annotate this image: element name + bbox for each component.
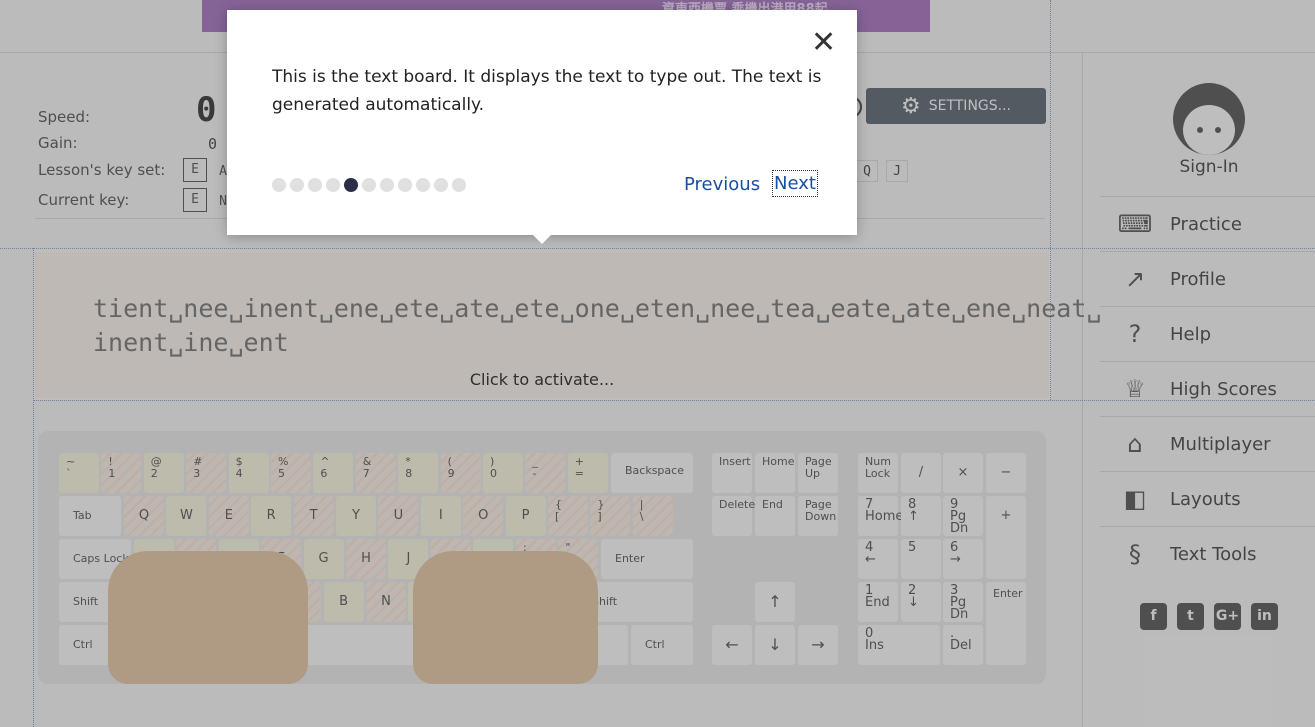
tour-step-dot[interactable] — [434, 178, 448, 192]
tour-popup: ✕ This is the text board. It displays th… — [227, 10, 857, 244]
popup-pointer — [532, 234, 552, 244]
tour-text: This is the text board. It displays the … — [272, 67, 822, 115]
tour-step-dot[interactable] — [452, 178, 466, 192]
previous-button[interactable]: Previous — [684, 174, 760, 195]
tour-step-dot[interactable] — [308, 178, 322, 192]
tour-progress-dots — [272, 178, 466, 192]
tour-step-dot[interactable] — [398, 178, 412, 192]
tour-step-dot[interactable] — [380, 178, 394, 192]
tour-step-dot[interactable] — [362, 178, 376, 192]
tour-step-dot[interactable] — [326, 178, 340, 192]
tour-step-dot[interactable] — [416, 178, 430, 192]
close-icon[interactable]: ✕ — [811, 28, 836, 58]
tour-step-dot[interactable] — [344, 178, 358, 192]
tour-step-dot[interactable] — [290, 178, 304, 192]
next-button[interactable]: Next — [772, 170, 818, 197]
tour-step-dot[interactable] — [272, 178, 286, 192]
